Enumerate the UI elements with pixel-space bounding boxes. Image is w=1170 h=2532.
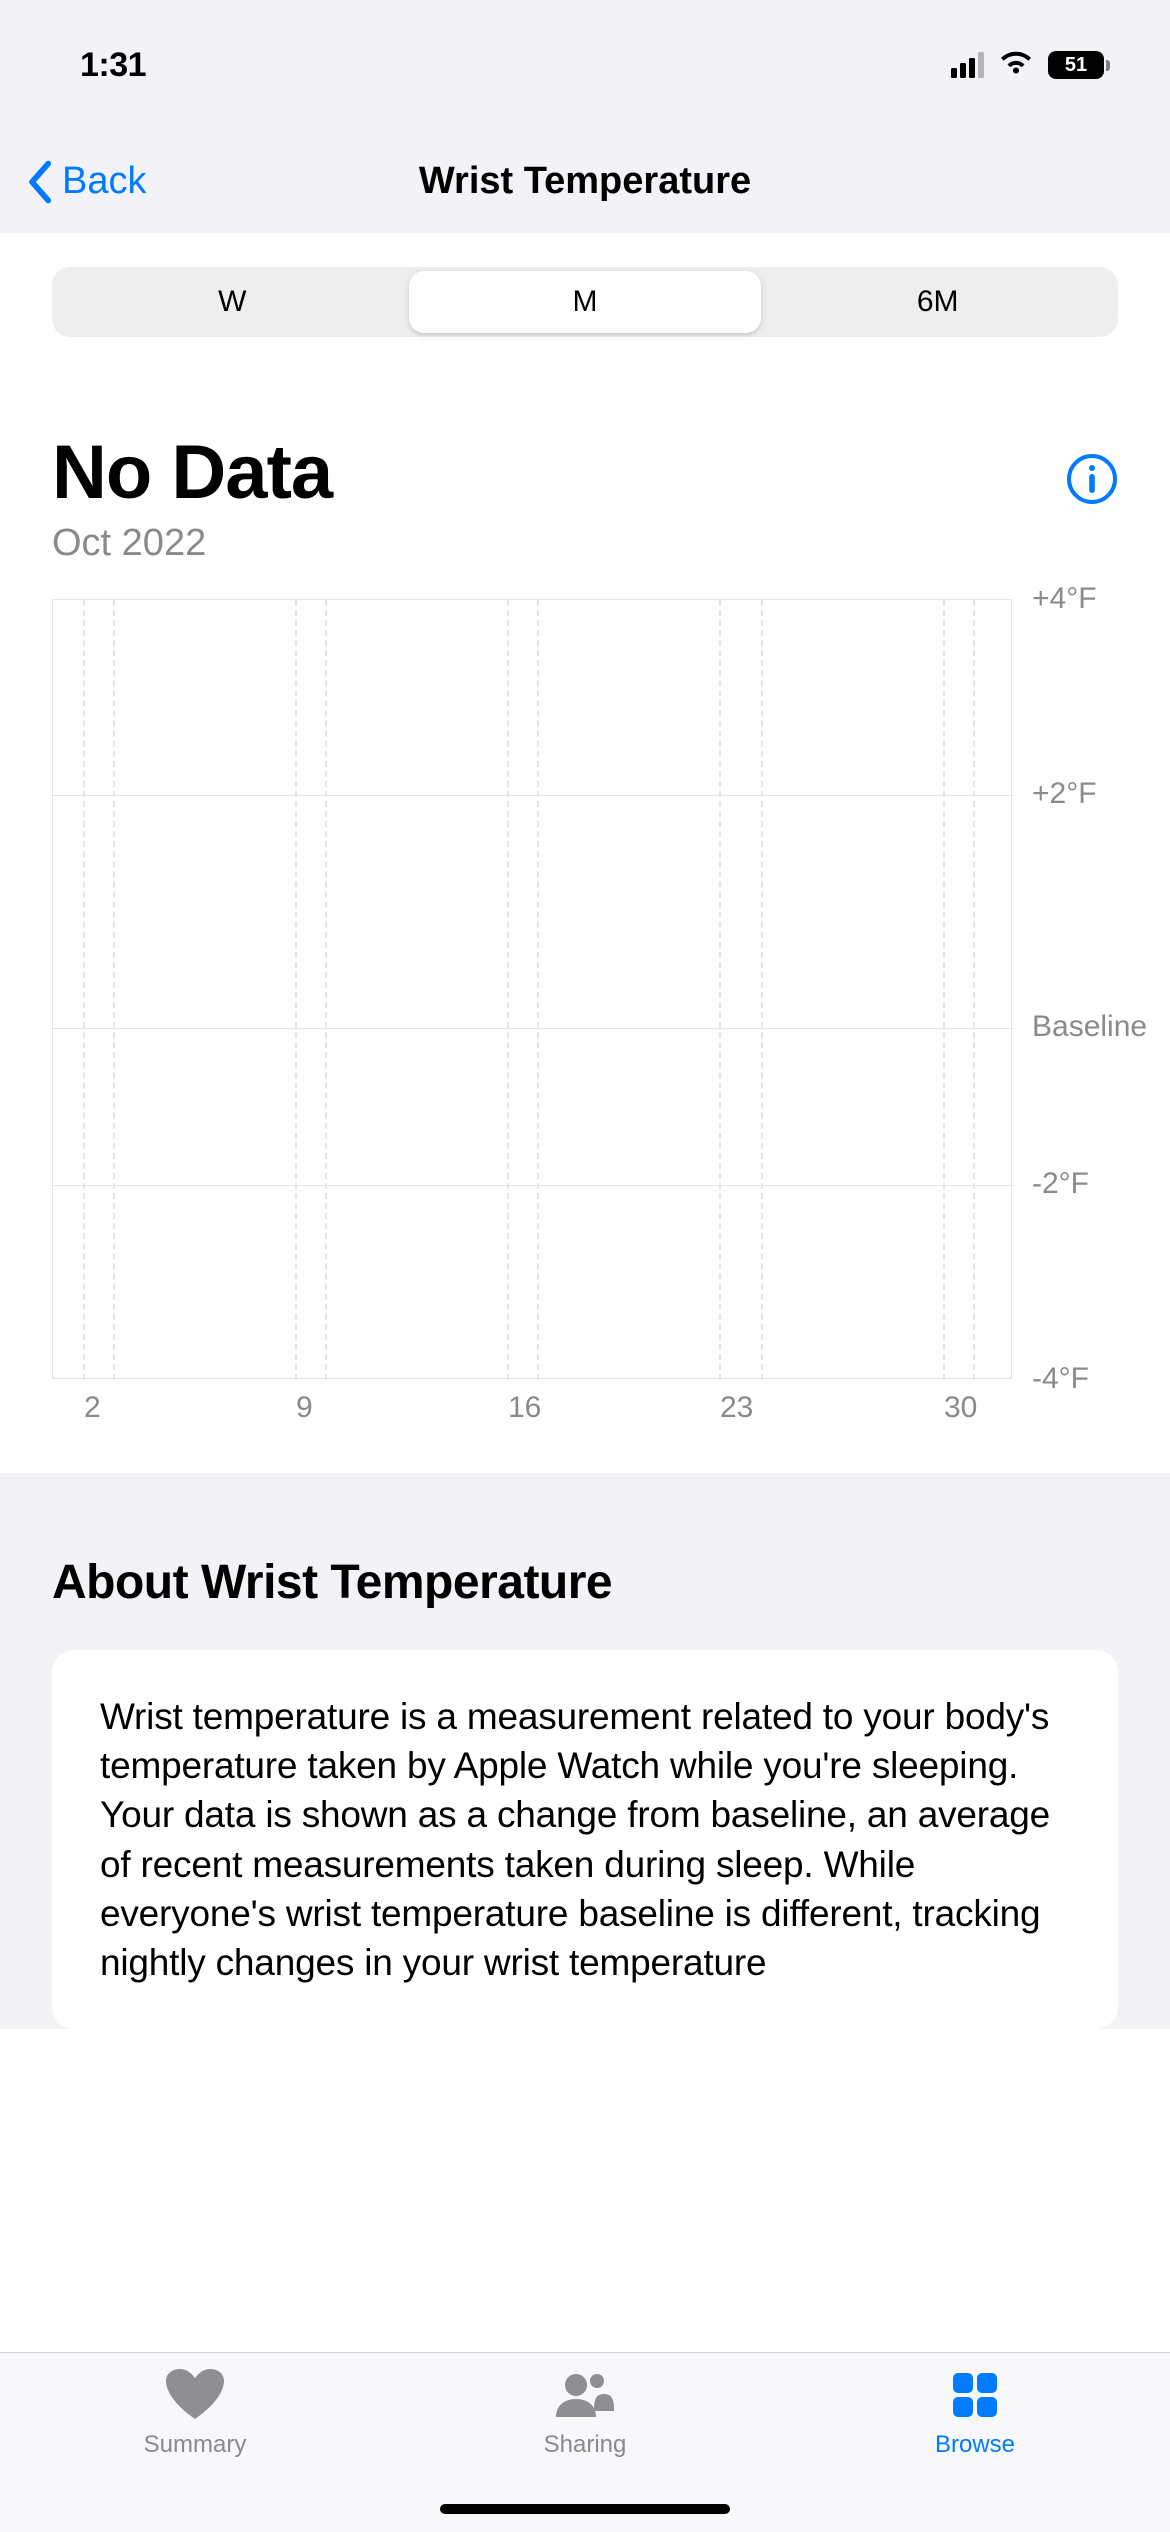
home-indicator[interactable] xyxy=(440,2504,730,2514)
x-tick-label: 23 xyxy=(720,1391,753,1425)
y-tick-label: +2°F xyxy=(1032,777,1097,811)
status-indicators: 51 xyxy=(951,49,1110,82)
status-time: 1:31 xyxy=(80,46,146,85)
x-tick-label: 9 xyxy=(296,1391,313,1425)
people-icon xyxy=(552,2367,618,2423)
headline-value: No Data xyxy=(52,429,332,516)
about-section: About Wrist Temperature Wrist temperatur… xyxy=(0,1473,1170,2029)
tab-label: Sharing xyxy=(544,2431,627,2459)
tab-label: Browse xyxy=(935,2431,1015,2459)
battery-icon: 51 xyxy=(1048,51,1110,79)
x-tick-label: 16 xyxy=(508,1391,541,1425)
segment-six-month[interactable]: 6M xyxy=(761,271,1114,333)
wifi-icon xyxy=(998,49,1034,82)
main-content: W M 6M No Data Oct 2022 xyxy=(0,233,1170,2532)
wrist-temperature-chart[interactable]: +4°F +2°F Baseline -2°F -4°F 2 9 16 23 3… xyxy=(52,599,1170,1431)
back-button[interactable]: Back xyxy=(22,159,146,205)
y-tick-label: -4°F xyxy=(1032,1362,1089,1396)
status-bar: 1:31 51 xyxy=(0,0,1170,130)
headline-period: Oct 2022 xyxy=(52,522,332,565)
back-label: Back xyxy=(62,160,146,203)
nav-header: Back Wrist Temperature xyxy=(0,130,1170,233)
segment-month[interactable]: M xyxy=(409,271,762,333)
y-tick-label: Baseline xyxy=(1032,1010,1147,1044)
x-tick-label: 2 xyxy=(84,1391,101,1425)
x-tick-label: 30 xyxy=(944,1391,977,1425)
y-tick-label: +4°F xyxy=(1032,582,1097,616)
page-title: Wrist Temperature xyxy=(0,160,1170,203)
tab-browse[interactable]: Browse xyxy=(780,2353,1170,2532)
about-title: About Wrist Temperature xyxy=(52,1555,1118,1610)
about-body-text: Wrist temperature is a measurement relat… xyxy=(100,1692,1070,1987)
headline: No Data Oct 2022 xyxy=(52,429,1118,565)
info-icon xyxy=(1066,453,1118,505)
chevron-left-icon xyxy=(22,159,56,205)
segment-week[interactable]: W xyxy=(56,271,409,333)
tab-summary[interactable]: Summary xyxy=(0,2353,390,2532)
cellular-icon xyxy=(951,52,984,78)
heart-icon xyxy=(162,2367,228,2423)
grid-icon xyxy=(942,2367,1008,2423)
about-card: Wrist temperature is a measurement relat… xyxy=(52,1650,1118,2029)
tab-label: Summary xyxy=(144,2431,247,2459)
time-range-segmented: W M 6M xyxy=(52,267,1118,337)
y-tick-label: -2°F xyxy=(1032,1167,1089,1201)
info-button[interactable] xyxy=(1066,453,1118,505)
